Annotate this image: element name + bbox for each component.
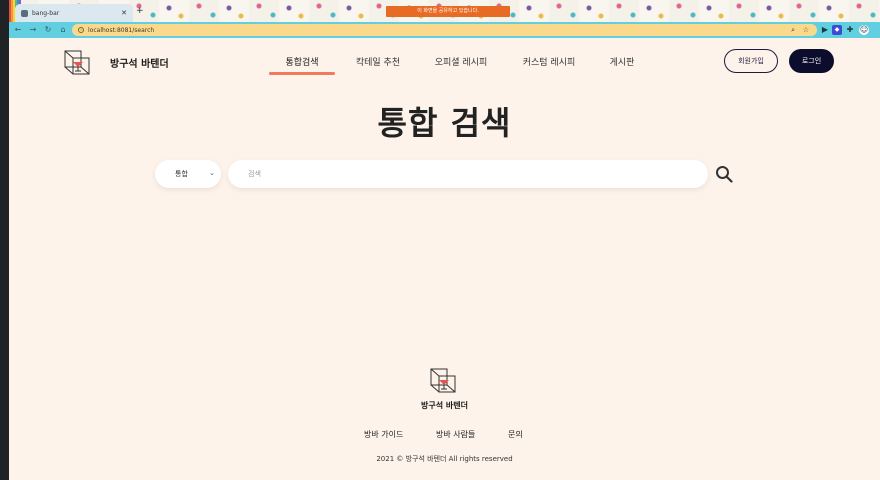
main-nav: 통합검색 칵테일 추천 오피셜 레시피 커스텀 레시피 게시판 [269, 48, 647, 75]
logo-icon[interactable] [62, 48, 92, 76]
extension-badge-icon[interactable]: ◆ [832, 25, 842, 35]
nav-integrated-search[interactable]: 통합검색 [269, 48, 335, 75]
search-input[interactable] [228, 160, 708, 188]
browser-tab[interactable]: bang-bar ✕ [15, 4, 133, 22]
url-text: localhost:8081/search [88, 26, 155, 34]
nav-custom-recipe[interactable]: 커스텀 레시피 [509, 48, 589, 74]
search-icon[interactable] [715, 165, 733, 183]
profile-avatar-icon[interactable]: ☺ [859, 25, 869, 35]
new-tab-button[interactable]: + [136, 6, 146, 16]
extension-icon[interactable]: ▶ [820, 25, 830, 35]
bookmark-star-icon[interactable]: ☆ [803, 26, 809, 34]
footer-link-guide[interactable]: 방바 가이드 [364, 429, 436, 440]
footer-links: 방바 가이드 방바 사람들 문의 [364, 429, 523, 440]
nav-official-recipe[interactable]: 오피셜 레시피 [421, 48, 501, 74]
search-filter-select[interactable]: 통합 ⌄ [155, 160, 221, 188]
nav-board[interactable]: 게시판 [597, 48, 647, 74]
brand-name[interactable]: 방구석 바텐더 [110, 55, 169, 70]
forward-icon[interactable]: → [27, 24, 39, 36]
footer-link-people[interactable]: 방바 사람들 [436, 429, 508, 440]
reload-icon[interactable]: ↻ [42, 24, 54, 36]
signup-button[interactable]: 회원가입 [724, 49, 778, 73]
tab-strip: bang-bar ✕ + 이 화면을 공유하고 있습니다. [9, 0, 880, 22]
nav-cocktail-recommend[interactable]: 칵테일 추천 [343, 48, 413, 74]
copyright-text: 2021 © 방구석 바텐더 All rights reserved [376, 455, 513, 463]
login-button[interactable]: 로그인 [789, 49, 834, 73]
browser-window: bang-bar ✕ + 이 화면을 공유하고 있습니다. ← → ↻ ⌂ i … [9, 0, 880, 480]
site-info-icon[interactable]: i [78, 27, 84, 33]
address-bar[interactable]: i localhost:8081/search ⌕ ☆ [72, 24, 817, 36]
page-title: 통합 검색 [377, 104, 512, 142]
chevron-down-icon: ⌄ [209, 169, 215, 177]
tab-title: bang-bar [32, 9, 60, 17]
close-tab-icon[interactable]: ✕ [121, 9, 127, 17]
back-icon[interactable]: ← [12, 24, 24, 36]
favicon-icon [21, 9, 28, 17]
zoom-icon[interactable]: ⌕ [791, 26, 795, 35]
footer-brand: 방구석 바텐더 [421, 401, 468, 410]
extensions-puzzle-icon[interactable]: ✚ [845, 25, 855, 35]
search-filter-value: 통합 [175, 170, 188, 178]
home-icon[interactable]: ⌂ [57, 24, 69, 36]
footer-logo-icon [430, 368, 456, 393]
screen-share-banner: 이 화면을 공유하고 있습니다. [386, 6, 510, 17]
web-page: 방구석 바텐더 통합검색 칵테일 추천 오피셜 레시피 커스텀 레시피 게시판 … [9, 38, 880, 480]
footer-link-contact[interactable]: 문의 [508, 429, 523, 440]
